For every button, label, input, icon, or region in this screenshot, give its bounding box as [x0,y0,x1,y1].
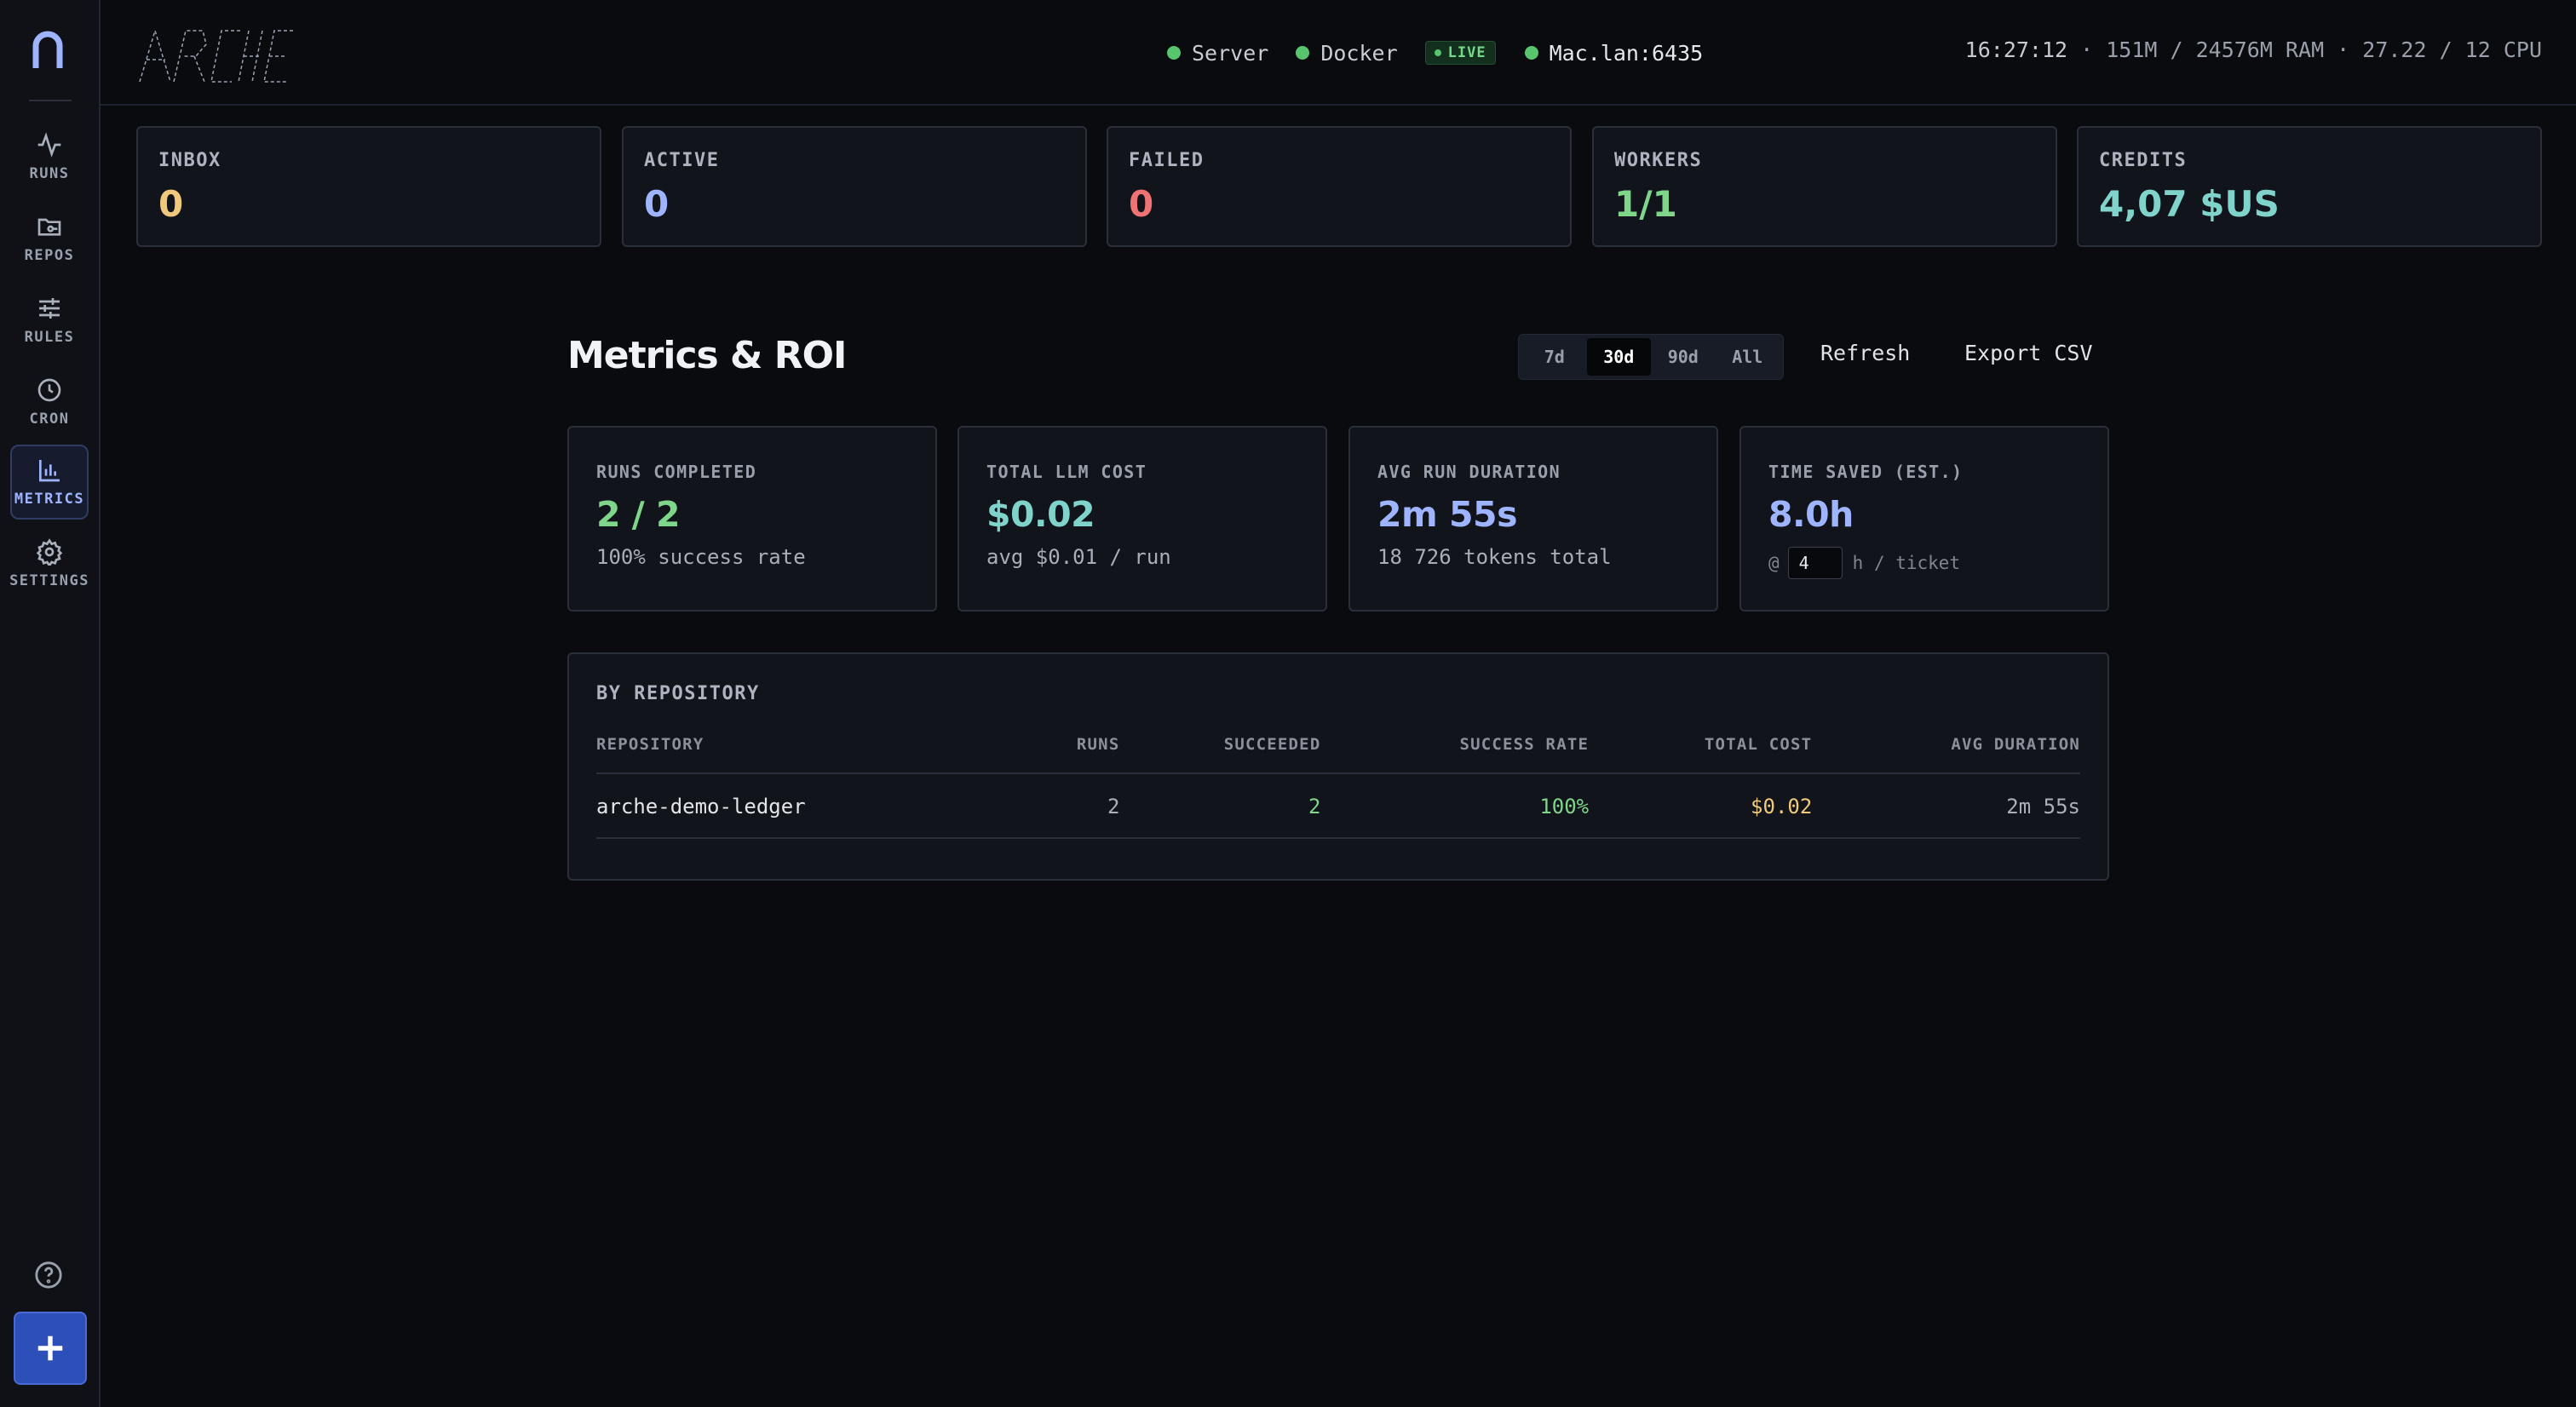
stat-label: FAILED [1129,150,1205,171]
metric-value: $0.02 [986,494,1095,535]
plus-icon [37,1335,63,1361]
stat-credits[interactable]: CREDITS 4,07 $US [2077,126,2542,247]
sidebar-divider [29,100,72,101]
cell-total-cost: $0.02 [1589,773,1813,839]
metric-label: RUNS COMPLETED [596,462,757,482]
stat-value: 0 [158,183,184,225]
bar-chart-icon [39,460,60,482]
stat-label: INBOX [158,150,221,171]
sidebar-item-label: CRON [29,411,70,428]
col-repository[interactable]: REPOSITORY [596,735,1031,774]
metric-label: AVG RUN DURATION [1377,462,1561,482]
sidebar: RUNS REPOS RULES CRON METRICS SETTINGS [0,0,101,1407]
metric-subtext: avg $0.01 / run [986,545,1171,569]
metric-runs-completed: RUNS COMPLETED 2 / 2 100% success rate [567,426,937,612]
sidebar-item-runs[interactable]: RUNS [10,119,89,194]
help-button[interactable] [34,1261,63,1289]
range-7d[interactable]: 7d [1522,338,1587,376]
clock-icon [37,378,61,402]
server-status: Server [1167,41,1268,66]
system-info: 16:27:12 · 151M / 24576M RAM · 27.22 / 1… [1965,37,2542,62]
sidebar-item-label: REPOS [24,247,75,264]
status-bar: Server Docker LIVE Mac.lan:6435 [1167,37,1730,68]
range-30d[interactable]: 30d [1586,338,1651,376]
stat-inbox[interactable]: INBOX 0 [136,126,601,247]
stat-label: CREDITS [2099,150,2188,171]
sidebar-item-label: RULES [24,329,75,346]
metric-subtext: 18 726 tokens total [1377,545,1612,569]
docker-status-dot [1296,46,1310,60]
stat-workers[interactable]: WORKERS 1/1 [1592,126,2057,247]
cell-success-rate: 100% [1320,773,1590,839]
help-icon [35,1261,62,1289]
col-succeeded[interactable]: SUCCEEDED [1119,735,1321,774]
metric-label: TOTAL LLM COST [986,462,1147,482]
resource-usage: · 151M / 24576M RAM · 27.22 / 12 CPU [2067,37,2542,62]
sidebar-item-rules[interactable]: RULES [10,283,89,358]
cell-runs: 2 [1030,773,1120,839]
stat-value: 0 [1129,183,1154,225]
live-dot [1434,49,1441,56]
stat-failed[interactable]: FAILED 0 [1107,126,1572,247]
sidebar-item-repos[interactable]: REPOS [10,201,89,276]
sidebar-item-label: SETTINGS [9,572,89,589]
export-csv-button[interactable]: Export CSV [1964,341,2093,365]
table-header-row: REPOSITORY RUNS SUCCEEDED SUCCESS RATE T… [596,735,2080,774]
sidebar-item-settings[interactable]: SETTINGS [9,526,89,601]
stat-value: 0 [644,183,670,225]
top-bar: Server Docker LIVE Mac.lan:6435 16:27:12… [101,0,2576,106]
host-status: Mac.lan:6435 [1524,40,1704,66]
metric-label: TIME SAVED (EST.) [1768,462,1964,482]
gear-icon [36,538,63,566]
refresh-button[interactable]: Refresh [1820,341,1910,365]
range-selector: 7d 30d 90d All [1518,334,1784,380]
sidebar-item-label: METRICS [14,491,85,508]
col-runs[interactable]: RUNS [1030,735,1120,774]
cell-avg-duration: 2m 55s [1812,773,2080,839]
table-row[interactable]: arche-demo-ledger 2 2 100% $0.02 2m 55s [596,773,2080,839]
stat-label: ACTIVE [644,150,720,171]
col-avg-duration[interactable]: AVG DURATION [1812,735,2080,774]
stat-value: 4,07 $US [2099,183,2280,225]
hours-per-ticket-input[interactable] [1787,547,1843,579]
clock: 16:27:12 [1964,37,2068,62]
metric-value: 2 / 2 [596,494,681,535]
sliders-icon [39,298,60,319]
by-repository-card: BY REPOSITORY REPOSITORY RUNS SUCCEEDED … [567,652,2109,881]
docker-status: Docker [1296,41,1398,66]
page-title: Metrics & ROI [567,334,847,377]
cell-repository: arche-demo-ledger [596,773,1031,839]
metric-value: 2m 55s [1377,494,1517,535]
col-success-rate[interactable]: SUCCESS RATE [1320,735,1590,774]
range-all[interactable]: All [1716,338,1780,376]
activity-icon [37,132,61,158]
metric-subtext: 100% success rate [596,545,806,569]
col-total-cost[interactable]: TOTAL COST [1589,735,1813,774]
stat-label: WORKERS [1614,150,1703,171]
hours-per-ticket-row: @ h / ticket [1768,547,2080,579]
metric-value: 8.0h [1768,494,1854,535]
sidebar-item-metrics[interactable]: METRICS [10,445,89,520]
stat-active[interactable]: ACTIVE 0 [622,126,1087,247]
sidebar-item-label: RUNS [29,165,70,182]
cell-succeeded: 2 [1119,773,1321,839]
arche-logo-icon[interactable] [31,31,65,72]
hours-per-ticket-suffix: h / ticket [1852,553,1961,573]
host-name: Mac.lan:6435 [1549,40,1704,66]
repository-table: REPOSITORY RUNS SUCCEEDED SUCCESS RATE T… [596,735,2080,839]
section-title: BY REPOSITORY [596,683,760,704]
metric-avg-duration: AVG RUN DURATION 2m 55s 18 726 tokens to… [1348,426,1718,612]
brand-logo[interactable] [136,26,296,85]
sidebar-item-cron[interactable]: CRON [10,365,89,439]
metric-time-saved: TIME SAVED (EST.) 8.0h @ h / ticket [1739,426,2109,612]
new-run-button[interactable] [14,1312,87,1385]
range-90d[interactable]: 90d [1651,338,1716,376]
stat-value: 1/1 [1614,183,1677,225]
at-prefix: @ [1768,553,1780,573]
live-badge: LIVE [1424,41,1496,65]
host-status-dot [1524,46,1538,60]
folder-git-icon [37,218,61,236]
metric-total-cost: TOTAL LLM COST $0.02 avg $0.01 / run [957,426,1327,612]
server-status-dot [1167,46,1181,60]
